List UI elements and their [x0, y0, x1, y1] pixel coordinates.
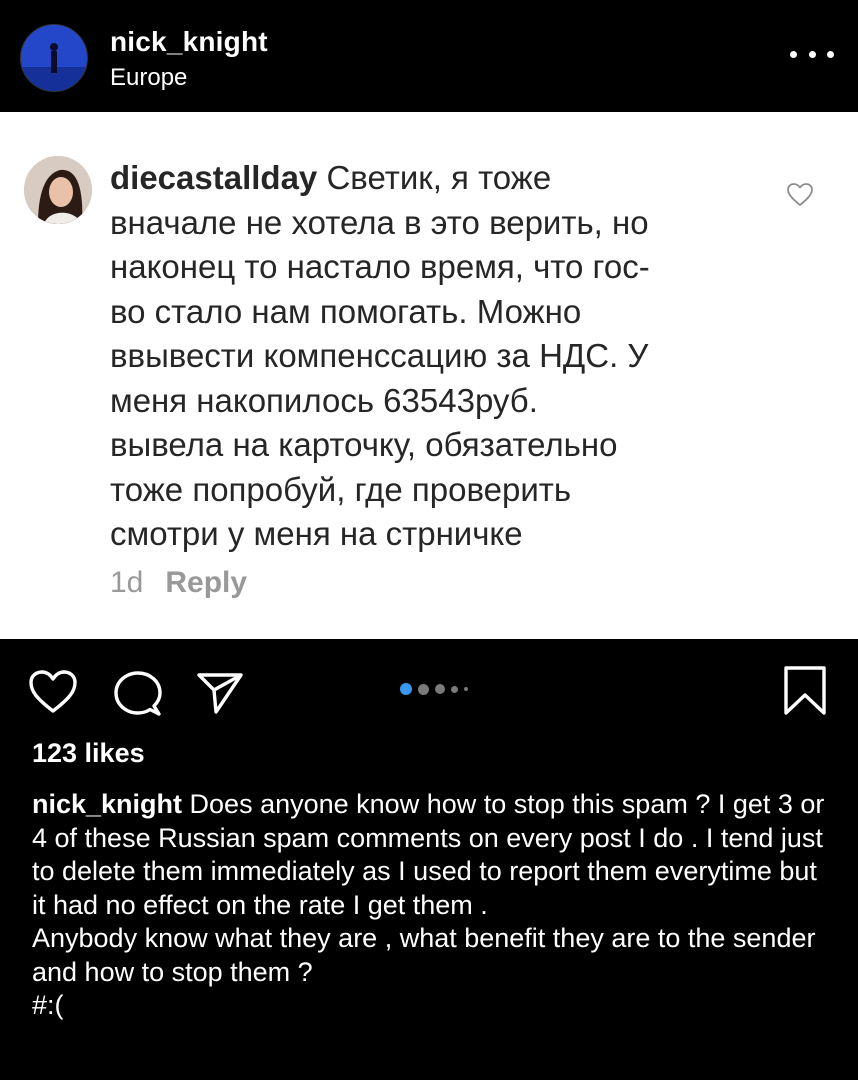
- post-username[interactable]: nick_knight: [110, 26, 268, 58]
- comment-line: Светик, я тоже: [326, 159, 552, 196]
- user-avatar[interactable]: [20, 24, 88, 92]
- more-horizontal-icon[interactable]: [790, 44, 834, 64]
- post-media[interactable]: diecastallday Светик, я тоже вначале не …: [0, 112, 858, 639]
- carousel-dot: [435, 684, 445, 694]
- comment-meta: 1d Reply: [110, 566, 247, 600]
- comment-line: меня накопилось 63543руб.: [110, 381, 538, 419]
- carousel-indicator: [400, 683, 468, 695]
- bookmark-icon[interactable]: [782, 665, 828, 717]
- avatar-image: [21, 25, 87, 91]
- caption-username[interactable]: nick_knight: [32, 789, 182, 819]
- share-icon[interactable]: [196, 671, 244, 715]
- comment-line: во стало нам помогать. Можно: [110, 292, 582, 330]
- commenter-avatar: [24, 156, 92, 224]
- carousel-dot: [464, 687, 468, 691]
- comment-line: смотри у меня на стрничке: [110, 515, 523, 552]
- likes-count[interactable]: 123 likes: [32, 738, 145, 769]
- carousel-dot-active: [400, 683, 412, 695]
- carousel-dot: [418, 683, 429, 695]
- heart-icon[interactable]: [28, 669, 78, 715]
- comment-text-block: diecastallday Светик, я тоже вначале не …: [110, 156, 750, 557]
- comment-time: 1d: [110, 566, 144, 599]
- comment-line: вначале не хотела в это верить, но: [110, 203, 649, 241]
- comment-line: вывела на карточку, обязательно: [110, 426, 618, 463]
- comment-line: ввывести компенссацию за НДС. У: [110, 337, 649, 374]
- commenter-username: diecastallday: [110, 159, 318, 196]
- caption-text: Anybody know what they are , what benefi…: [32, 923, 816, 987]
- comment-line: тоже попробуй, где проверить: [110, 470, 572, 508]
- heart-outline-icon: [787, 183, 813, 206]
- post-caption: nick_knight Does anyone know how to stop…: [32, 788, 832, 1023]
- carousel-dot: [451, 685, 458, 693]
- commenter-avatar-image: [24, 156, 92, 224]
- caption-paragraph: nick_knight Does anyone know how to stop…: [32, 788, 832, 922]
- comment-icon[interactable]: [114, 669, 162, 717]
- post-location[interactable]: Europe: [110, 64, 187, 92]
- comment-line: наконец то настало время, что гос-: [110, 248, 650, 285]
- post-header: nick_knight Europe: [0, 0, 858, 112]
- comment-reply-link: Reply: [165, 566, 248, 599]
- caption-hashtag: #:(: [32, 990, 64, 1020]
